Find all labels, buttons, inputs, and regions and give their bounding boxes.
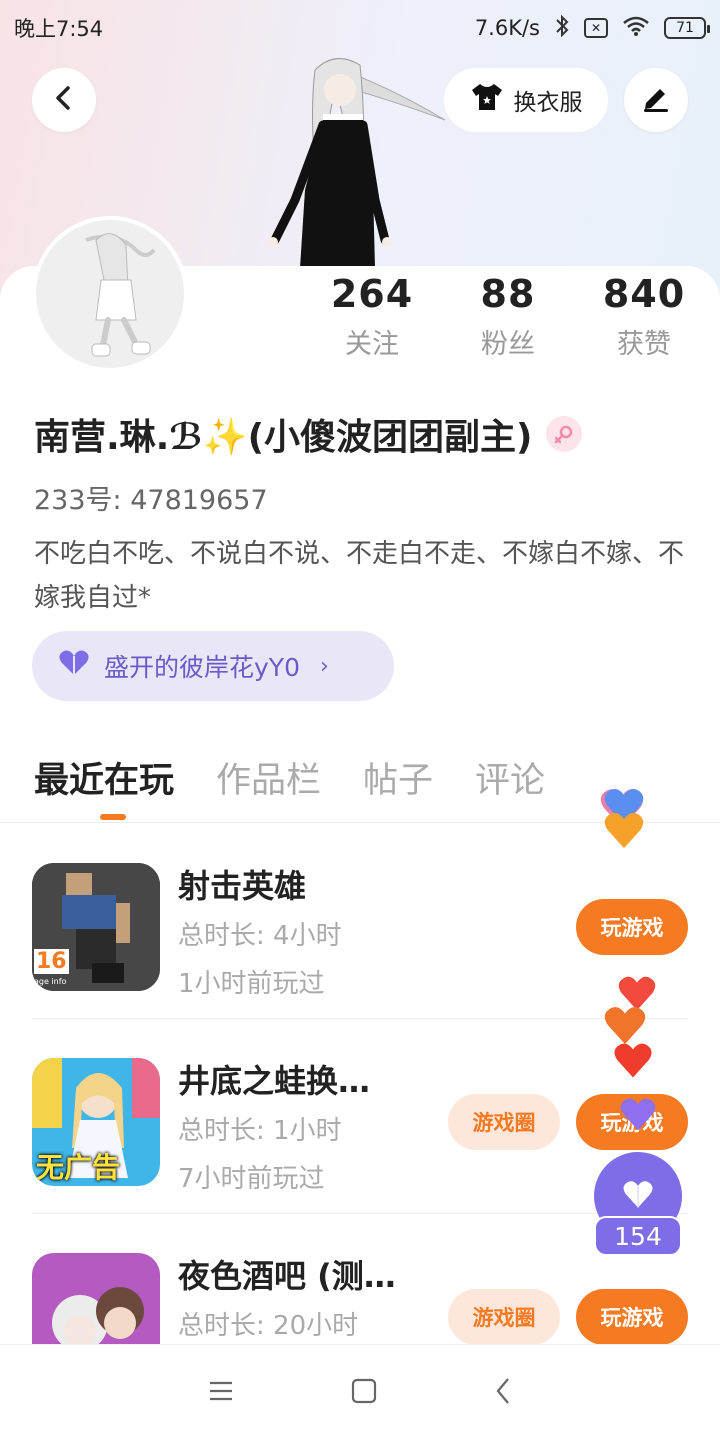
battery-icon: 71 xyxy=(664,17,710,39)
game-circle-button[interactable]: 游戏圈 xyxy=(448,1289,560,1344)
status-bar: 晚上7:54 7.6K/s ✕ 71 xyxy=(0,0,720,56)
bluetooth-icon xyxy=(554,14,570,43)
game-last-played: 1小时前玩过 xyxy=(178,969,325,999)
user-id: 233号: 47819657 xyxy=(34,485,268,516)
profile-stats: 264 关注 88 粉丝 840 获赞 xyxy=(300,272,720,372)
stat-followers-label: 粉丝 xyxy=(481,329,535,360)
chevron-left-icon xyxy=(52,84,76,116)
game-icon-night-bar[interactable] xyxy=(32,1253,160,1344)
game-last-played: 7小时前玩过 xyxy=(178,1164,325,1194)
game-icon-frog[interactable]: 无广告 xyxy=(32,1058,160,1186)
back-button[interactable] xyxy=(32,68,96,132)
tshirt-icon xyxy=(470,82,504,118)
floating-heart-icon xyxy=(602,810,646,854)
female-gender-icon xyxy=(546,416,583,452)
network-speed: 7.6K/s xyxy=(474,16,540,40)
character-avatar-figure xyxy=(255,50,455,268)
user-bio: 不吃白不吃、不说白不说、不走白不走、不嫁白不嫁、不嫁我自过* xyxy=(34,539,685,613)
game-duration: 总时长: 1小时 xyxy=(178,1116,342,1146)
heart-icon xyxy=(621,1179,655,1213)
age-rating-badge: 16 xyxy=(34,949,69,974)
floating-heart-icon xyxy=(618,1096,658,1136)
stat-followers[interactable]: 88 粉丝 xyxy=(438,272,578,361)
profile-tabs: 最近在玩 作品栏 帖子 评论 xyxy=(34,752,545,820)
pencil-icon xyxy=(640,83,672,117)
like-count: 154 xyxy=(594,1216,682,1256)
guild-name: 盛开的彼岸花yY0 xyxy=(104,653,300,682)
stat-likes[interactable]: 840 获赞 xyxy=(574,272,714,361)
stat-likes-label: 获赞 xyxy=(617,329,671,360)
game-duration: 总时长: 20小时 xyxy=(178,1311,359,1341)
stat-following-label: 关注 xyxy=(345,329,399,360)
stat-following-value: 264 xyxy=(330,272,414,316)
tab-works[interactable]: 作品栏 xyxy=(216,752,321,803)
avatar[interactable] xyxy=(32,216,188,372)
stat-followers-value: 88 xyxy=(480,272,536,316)
sim-icon: ✕ xyxy=(584,18,608,38)
game-duration: 总时长: 4小时 xyxy=(178,921,342,951)
heart-icon xyxy=(58,649,90,683)
stat-following[interactable]: 264 关注 xyxy=(302,272,442,361)
system-nav-bar xyxy=(0,1344,720,1440)
floating-heart-icon xyxy=(612,1040,654,1084)
home-icon[interactable] xyxy=(351,1378,377,1408)
game-icon-shooter[interactable]: 16 age info xyxy=(32,863,160,991)
status-icons: 7.6K/s ✕ 71 xyxy=(474,14,710,43)
chevron-right-icon: › xyxy=(319,653,329,679)
game-circle-button[interactable]: 游戏圈 xyxy=(448,1094,560,1150)
tab-recently-played[interactable]: 最近在玩 xyxy=(34,752,174,820)
age-rating-note: age info xyxy=(34,977,67,986)
menu-icon[interactable] xyxy=(208,1380,234,1406)
tab-comments[interactable]: 评论 xyxy=(475,752,545,803)
status-time: 晚上7:54 xyxy=(14,17,104,41)
wifi-icon xyxy=(622,15,650,42)
stat-likes-value: 840 xyxy=(602,272,686,316)
no-ads-badge: 无广告 xyxy=(36,1151,121,1184)
edit-profile-button[interactable] xyxy=(624,68,688,132)
game-title: 射击英雄 xyxy=(178,867,307,905)
play-game-button[interactable]: 玩游戏 xyxy=(576,1289,688,1344)
nickname-row: 南营.琳.ℬ✨(小傻波团团副主) xyxy=(34,408,583,460)
nickname: 南营.琳.ℬ✨(小傻波团团副主) xyxy=(34,417,533,458)
game-title: 夜色酒吧 (测… xyxy=(178,1257,396,1295)
change-outfit-label: 换衣服 xyxy=(513,90,583,116)
change-outfit-button[interactable]: 换衣服 xyxy=(444,68,608,132)
tab-posts[interactable]: 帖子 xyxy=(363,752,433,803)
game-title: 井底之蛙换… xyxy=(178,1062,371,1100)
play-game-button[interactable]: 玩游戏 xyxy=(576,899,688,955)
guild-chip[interactable]: 盛开的彼岸花yY0 › xyxy=(32,631,394,701)
back-nav-icon[interactable] xyxy=(494,1377,512,1409)
